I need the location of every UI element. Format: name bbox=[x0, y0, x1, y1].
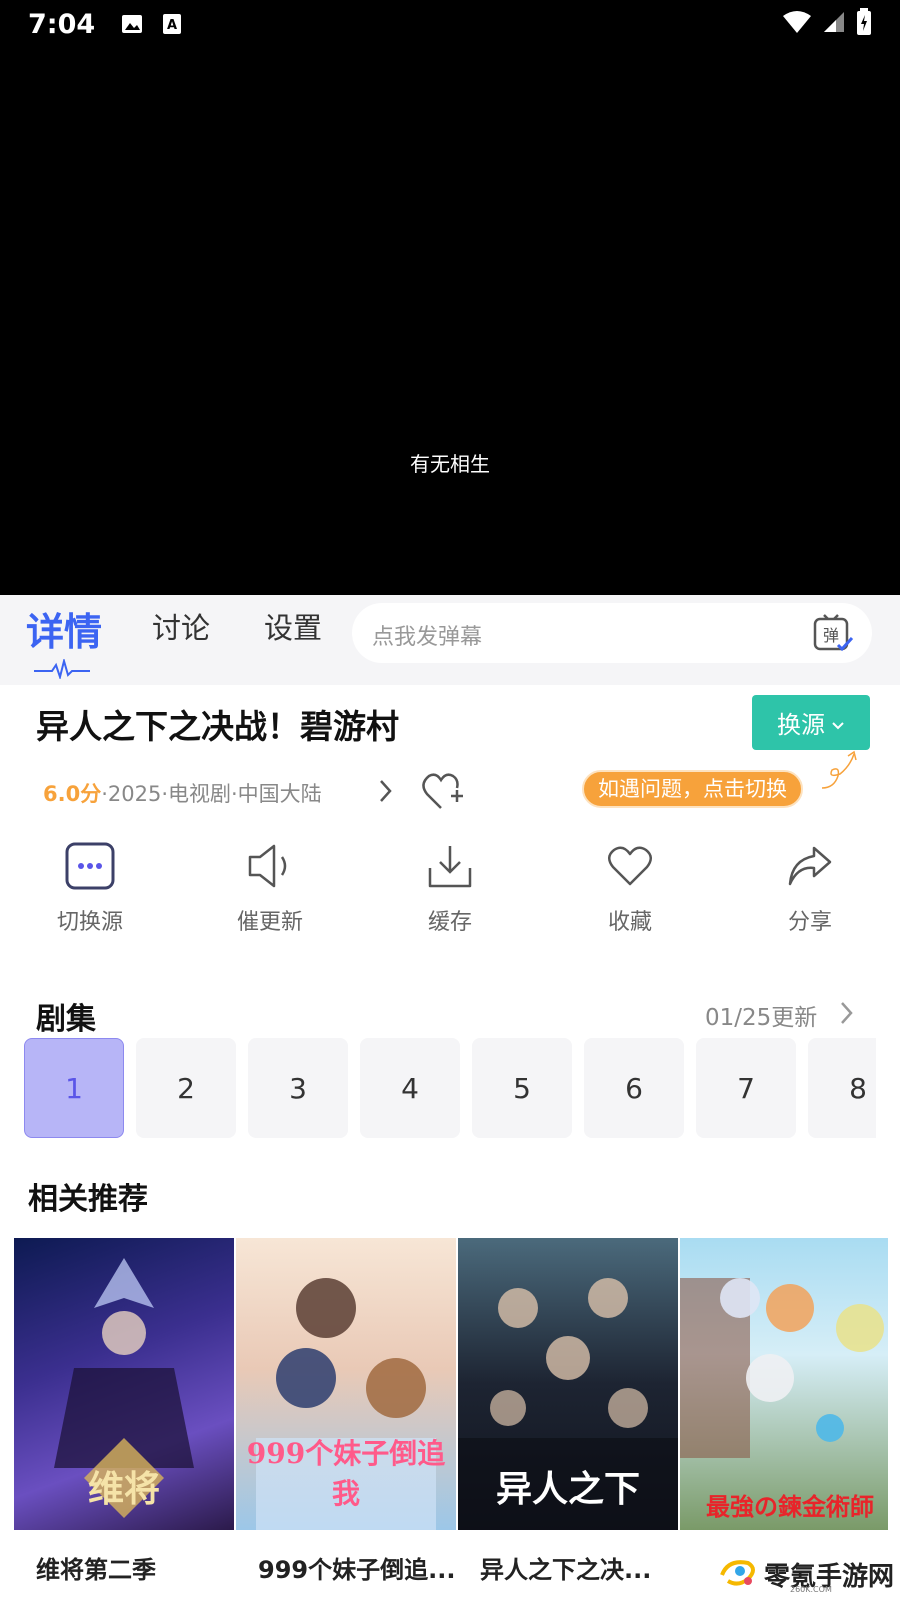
tab-settings[interactable]: 设置 bbox=[264, 605, 322, 647]
urge-update-action[interactable]: 催更新 bbox=[210, 840, 330, 936]
danmaku-toggle-icon[interactable]: 弹 bbox=[812, 613, 854, 659]
chevron-right-icon[interactable] bbox=[840, 1000, 854, 1030]
favorite-action[interactable]: 收藏 bbox=[570, 840, 690, 936]
action-label: 催更新 bbox=[236, 910, 303, 935]
cache-action[interactable]: 缓存 bbox=[390, 840, 510, 936]
signal-icon bbox=[822, 10, 846, 38]
episode-button-2[interactable]: 2 bbox=[136, 1038, 236, 1138]
battery-icon bbox=[856, 8, 872, 40]
download-icon bbox=[390, 840, 510, 892]
switch-source-button[interactable]: 换源 bbox=[752, 695, 870, 750]
tab-bar: 详情 讨论 设置 点我发弹幕 弹 bbox=[0, 595, 900, 685]
danmaku-input[interactable]: 点我发弹幕 弹 bbox=[352, 603, 872, 663]
chevron-down-icon bbox=[831, 709, 845, 737]
episode-button-1[interactable]: 1 bbox=[24, 1038, 124, 1138]
tab-discussion[interactable]: 讨论 bbox=[152, 605, 210, 647]
recommendation-card[interactable]: 999个妹子倒追我 999个妹子倒追... bbox=[236, 1238, 456, 1585]
poster-image: 维将 bbox=[14, 1238, 234, 1530]
poster-title: 异人之下 bbox=[495, 1468, 640, 1510]
heart-icon bbox=[570, 840, 690, 892]
episode-button-5[interactable]: 5 bbox=[472, 1038, 572, 1138]
switch-source-label: 换源 bbox=[777, 711, 825, 739]
image-notification-icon bbox=[121, 13, 143, 35]
font-notification-icon: A bbox=[161, 13, 183, 35]
poster-title: 最強の鍊金術師 bbox=[706, 1492, 874, 1521]
episode-button-6[interactable]: 6 bbox=[584, 1038, 684, 1138]
active-tab-indicator-icon bbox=[34, 657, 90, 683]
speaker-icon bbox=[210, 840, 330, 892]
status-time: 7:04 bbox=[28, 8, 96, 40]
share-icon bbox=[750, 840, 870, 892]
status-bar: 7:04 A bbox=[0, 0, 900, 48]
watermark: 零氪手游网 260K.COM bbox=[718, 1555, 894, 1594]
recommendation-name: 999个妹子倒追... bbox=[258, 1556, 456, 1584]
recommendation-card[interactable]: 异人之下 异人之下之决... bbox=[458, 1238, 678, 1585]
action-label: 分享 bbox=[787, 910, 832, 935]
episode-list: 1 2 3 4 5 6 7 8 bbox=[24, 1038, 876, 1138]
share-action[interactable]: 分享 bbox=[750, 840, 870, 936]
tab-details[interactable]: 详情 bbox=[26, 601, 102, 656]
episode-button-3[interactable]: 3 bbox=[248, 1038, 348, 1138]
show-title: 异人之下之决战！碧游村 bbox=[36, 707, 399, 746]
poster-image: 999个妹子倒追我 bbox=[236, 1238, 456, 1530]
recommendation-name: 异人之下之决... bbox=[480, 1556, 652, 1584]
watermark-subtext: 260K.COM bbox=[790, 1585, 832, 1594]
show-meta[interactable]: 6.0分·2025·电视剧·中国大陆 bbox=[43, 778, 322, 808]
action-label: 缓存 bbox=[427, 910, 472, 935]
poster-title: 999个妹子倒追我 bbox=[246, 1437, 446, 1510]
episode-button-4[interactable]: 4 bbox=[360, 1038, 460, 1138]
recommendation-name: 维将第二季 bbox=[36, 1556, 156, 1584]
switch-tip-bubble[interactable]: 如遇问题，点击切换 bbox=[582, 770, 803, 808]
recommendation-card[interactable]: 维将 维将第二季 bbox=[14, 1238, 234, 1585]
show-score: 6.0分 bbox=[43, 782, 102, 806]
svg-text:弹: 弹 bbox=[823, 626, 839, 645]
recommendation-card[interactable]: 最強の鍊金術師 bbox=[680, 1238, 888, 1550]
heart-plus-icon[interactable] bbox=[421, 770, 465, 816]
episode-button-8[interactable]: 8 bbox=[808, 1038, 876, 1138]
recommendation-list: 维将 维将第二季 999个妹子倒追我 999个妹子倒追... 异人之下 异人之下… bbox=[14, 1238, 888, 1600]
poster-title: 维将 bbox=[87, 1468, 160, 1510]
tip-pointer-icon bbox=[820, 748, 860, 796]
episode-button-7[interactable]: 7 bbox=[696, 1038, 796, 1138]
danmaku-placeholder: 点我发弹幕 bbox=[372, 625, 483, 650]
recommendations-title: 相关推荐 bbox=[28, 1182, 148, 1217]
action-label: 收藏 bbox=[607, 910, 652, 935]
action-row: 切换源 催更新 缓存 收藏 分享 bbox=[0, 840, 900, 940]
switch-source-action[interactable]: 切换源 bbox=[30, 840, 150, 936]
wifi-icon bbox=[782, 10, 812, 38]
switch-source-icon bbox=[30, 840, 150, 892]
chevron-right-icon[interactable] bbox=[378, 778, 394, 808]
video-player[interactable]: 有无相生 bbox=[0, 48, 900, 595]
watermark-logo-icon bbox=[718, 1555, 758, 1593]
action-label: 切换源 bbox=[56, 910, 123, 935]
svg-text:A: A bbox=[167, 18, 177, 33]
poster-image: 异人之下 bbox=[458, 1238, 678, 1530]
episodes-update[interactable]: 01/25更新 bbox=[705, 998, 817, 1032]
episodes-title: 剧集 bbox=[36, 1002, 96, 1037]
show-info: ·2025·电视剧·中国大陆 bbox=[101, 782, 322, 806]
video-subtitle: 有无相生 bbox=[410, 452, 490, 476]
poster-image: 最強の鍊金術師 bbox=[680, 1238, 888, 1530]
